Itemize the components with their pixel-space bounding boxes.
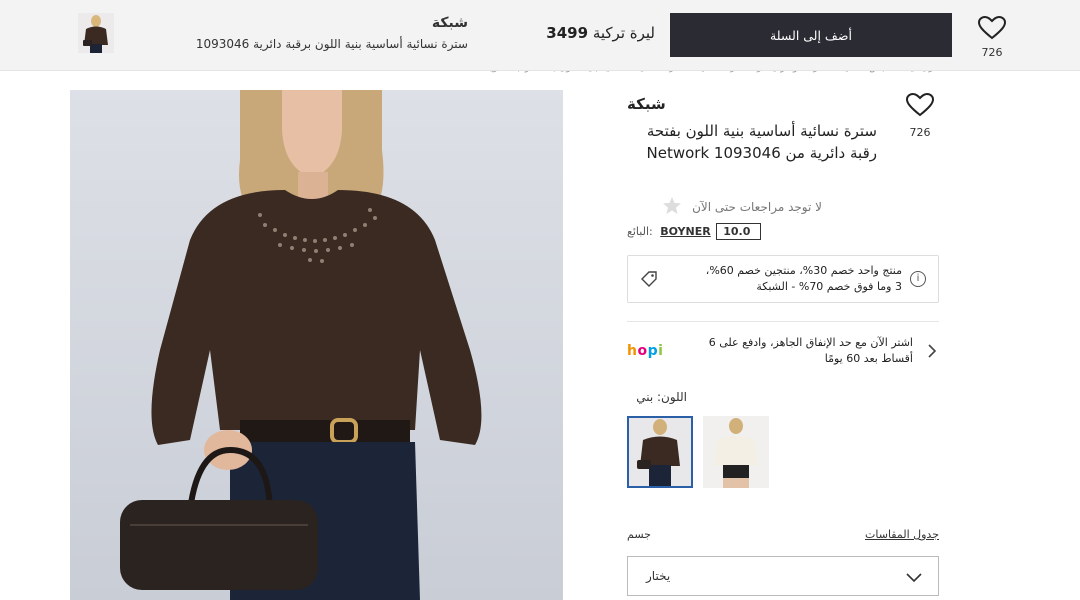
promotion-text-line2: 3 وما فوق خصم 70% - الشبكة [756, 280, 902, 293]
seller-info: البائع: BOYNER 10.0 [627, 223, 762, 243]
installment-offer[interactable]: hopi اشتر الآن مع حد الإنفاق الجاهز، واد… [627, 330, 939, 374]
seller-score: 10.0 [716, 223, 762, 240]
seller-link[interactable]: BOYNER [660, 225, 711, 238]
heart-icon [977, 15, 1007, 40]
product-brand[interactable]: شبكة [627, 95, 666, 113]
hopi-logo: hopi [627, 343, 664, 359]
reviews-summary[interactable]: لا توجد مراجعات حتى الآن [627, 196, 822, 215]
sticky-product-info: شبكة سترة نسائية أساسية بنية اللون برقبة… [128, 15, 468, 51]
divider [627, 321, 939, 322]
price-tag-icon [641, 271, 657, 287]
price-currency: ليرة تركية [592, 24, 655, 42]
installment-text-line2: أقساط بعد 60 يومًا [824, 352, 913, 365]
promotion-text: منتج واحد خصم 30%، منتجين خصم 60%، 3 وما… [662, 263, 902, 295]
sticky-product-bar: 726 أضف إلى السلة ليرة تركية 3499 شبكة س… [0, 0, 1080, 71]
size-header: جسم جدول المقاسات [627, 528, 939, 544]
favorites-count: 726 [981, 46, 1003, 59]
promotion-banner[interactable]: منتج واحد خصم 30%، منتجين خصم 60%، 3 وما… [627, 255, 939, 303]
favorite-button[interactable]: 726 [974, 15, 1010, 59]
promotion-text-line1: منتج واحد خصم 30%، منتجين خصم 60%، [705, 264, 902, 277]
product-favorite-button[interactable]: 726 [905, 92, 935, 139]
sticky-brand: شبكة [431, 15, 468, 31]
info-icon[interactable]: i [910, 271, 926, 287]
price-value: 3499 [546, 24, 589, 42]
chevron-down-icon [906, 568, 922, 587]
color-swatch-brown[interactable] [627, 416, 693, 488]
star-icon [663, 197, 682, 214]
product-title: سترة نسائية أساسية بنية اللون بفتحة رقبة… [646, 122, 877, 162]
price: ليرة تركية 3499 [505, 24, 655, 42]
no-reviews-text: لا توجد مراجعات حتى الآن [692, 200, 822, 214]
sticky-product-thumbnail [78, 13, 114, 53]
size-label: جسم [627, 528, 651, 541]
installment-text-line1: اشتر الآن مع حد الإنفاق الجاهز، وادفع عل… [708, 336, 913, 349]
size-select[interactable]: يختار [627, 556, 939, 596]
sticky-product-name: سترة نسائية أساسية بنية اللون برقبة دائر… [195, 37, 468, 51]
installment-text: اشتر الآن مع حد الإنفاق الجاهز، وادفع عل… [673, 335, 913, 367]
size-chart-link[interactable]: جدول المقاسات [865, 528, 939, 541]
seller-label: البائع: [627, 225, 653, 238]
color-swatch-white[interactable] [703, 416, 769, 488]
color-label: اللون: بني [636, 390, 687, 404]
heart-icon [905, 92, 935, 117]
product-favorites-count: 726 [909, 126, 931, 139]
size-select-value: يختار [646, 569, 671, 583]
chevron-right-icon [927, 344, 937, 362]
product-image[interactable] [70, 90, 563, 600]
add-to-cart-button[interactable]: أضف إلى السلة [670, 13, 952, 57]
